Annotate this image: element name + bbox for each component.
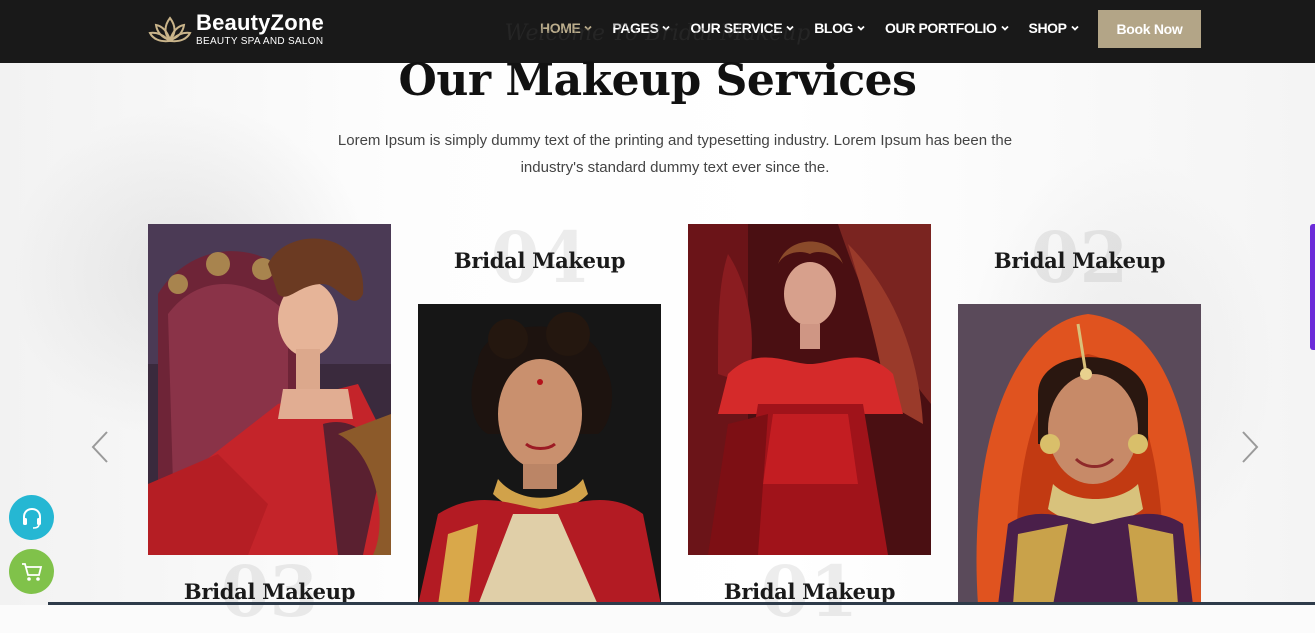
woman-red-dress-image — [148, 224, 391, 555]
service-card-image-2[interactable] — [418, 304, 661, 605]
card-title-2[interactable]: Bridal Makeup — [418, 248, 661, 273]
service-card-image-4[interactable] — [958, 304, 1201, 605]
chevron-left-icon[interactable] — [90, 430, 110, 464]
card-title-4[interactable]: Bridal Makeup — [958, 248, 1201, 273]
bride-red-saree-image — [418, 304, 661, 605]
chevron-right-icon[interactable] — [1240, 430, 1260, 464]
bride-orange-veil-image — [958, 304, 1201, 605]
red-feather-costume-image — [688, 224, 931, 555]
service-card-image-1[interactable] — [148, 224, 391, 555]
section-description: Lorem Ipsum is simply dummy text of the … — [337, 132, 1013, 176]
side-panel-tab[interactable] — [1310, 224, 1315, 350]
service-card-image-3[interactable] — [688, 224, 931, 555]
headset-icon — [22, 507, 41, 529]
support-button[interactable] — [9, 495, 54, 540]
card-title-3[interactable]: Bridal Makeup — [688, 579, 931, 604]
card-title-1[interactable]: Bridal Makeup — [148, 579, 391, 604]
cart-icon — [21, 562, 42, 581]
section-script-subtitle: Welcome To Bridal Makeup — [504, 21, 811, 46]
cart-button[interactable] — [9, 549, 54, 594]
section-title: Our Makeup Services — [398, 55, 917, 106]
